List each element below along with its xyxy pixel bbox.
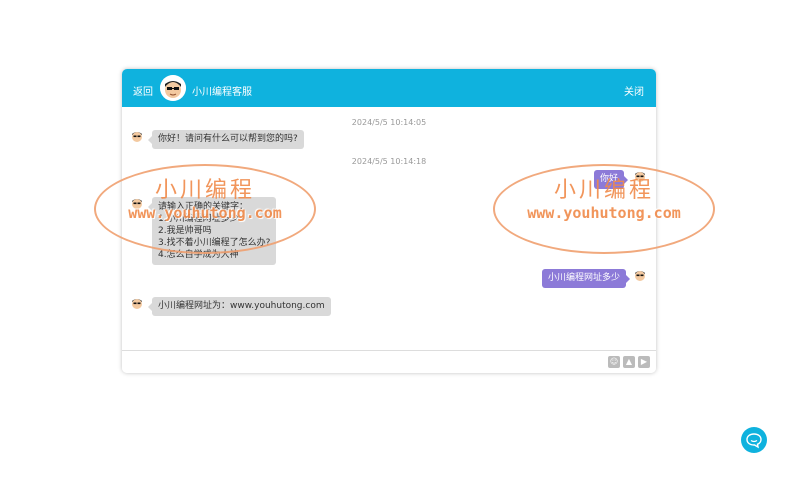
back-button[interactable]: 返回 [133,83,153,98]
user-avatar-small [633,169,647,183]
image-icon[interactable]: ▲ [623,356,635,368]
chat-icon[interactable] [741,427,767,453]
sent-message: 你好 [594,170,629,189]
chat-title: 小川编程客服 [192,87,252,98]
menu-line: 4.怎么自学成为大神 [158,250,239,260]
agent-avatar [160,75,186,101]
received-message: 小川编程网址为：www.youhutong.com [148,297,331,316]
sent-message: 小川编程网址多少 [542,269,631,288]
message-input[interactable] [124,354,608,372]
menu-line: 3.找不着小川编程了怎么办? [158,238,271,248]
send-icon[interactable]: ▶ [638,356,650,368]
menu-line: 请输入正确的关键字： [158,202,249,212]
user-avatar-small [633,268,647,282]
menu-line: 2.我是帅哥吗 [158,226,212,236]
emoji-icon[interactable]: ☺ [608,356,620,368]
close-button[interactable]: 关闭 [624,83,644,98]
message-area[interactable]: 2024/5/5 10:14:05 你好！请问有什么可以帮到您的吗? 2024/… [122,107,656,350]
message-timestamp: 2024/5/5 10:14:18 [351,157,427,166]
message-timestamp: 2024/5/5 10:14:05 [351,118,427,127]
chat-header: 返回 小川编程客服 关闭 [122,69,656,107]
chat-window: 返回 小川编程客服 关闭 2024/5/5 10:14:05 你好！请问有什么可… [122,69,656,373]
received-message: 你好！请问有什么可以帮到您的吗? [148,130,304,149]
received-message-menu: 请输入正确的关键字： 1.小川编程网址多少 2.我是帅哥吗 3.找不着小川编程了… [147,197,277,265]
agent-avatar-small [130,129,144,143]
input-bar: ☺ ▲ ▶ [122,350,656,373]
agent-avatar-small [130,296,144,310]
agent-avatar-small [130,196,144,210]
menu-line: 1.小川编程网址多少 [158,214,239,224]
